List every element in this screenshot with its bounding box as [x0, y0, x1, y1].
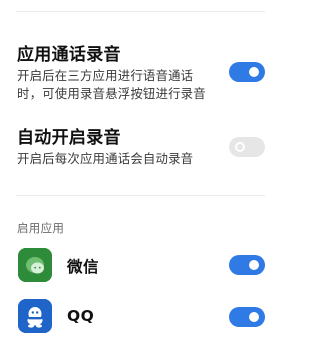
- app-name: 微信: [67, 258, 100, 276]
- qq-icon: [18, 299, 52, 333]
- wechat-toggle[interactable]: [229, 255, 265, 275]
- app-name: QQ: [67, 307, 95, 325]
- wechat-icon: [18, 248, 52, 282]
- toggle-knob: [249, 260, 259, 270]
- call-recording-settings-screen: 应用通话录音 开启后在三方应用进行语音通话 时，可使用录音悬浮按钮进行录音 自动…: [0, 0, 279, 351]
- setting-description-line: 开启后在三方应用进行语音通话: [17, 68, 194, 83]
- toggle-knob: [249, 312, 259, 322]
- enabled-apps-section-label: 启用应用: [17, 221, 65, 235]
- auto-start-recording-toggle[interactable]: [229, 137, 265, 157]
- setting-description-line: 时，可使用录音悬浮按钮进行录音: [17, 86, 206, 101]
- toggle-knob: [235, 142, 245, 152]
- setting-description-line: 开启后每次应用通话会自动录音: [17, 151, 194, 166]
- setting-title: 应用通话录音: [17, 45, 121, 65]
- qq-toggle[interactable]: [229, 307, 265, 327]
- section-divider: [16, 195, 265, 196]
- app-call-recording-toggle[interactable]: [229, 62, 265, 82]
- top-divider: [16, 11, 265, 12]
- setting-title: 自动开启录音: [17, 128, 121, 148]
- toggle-knob: [249, 67, 259, 77]
